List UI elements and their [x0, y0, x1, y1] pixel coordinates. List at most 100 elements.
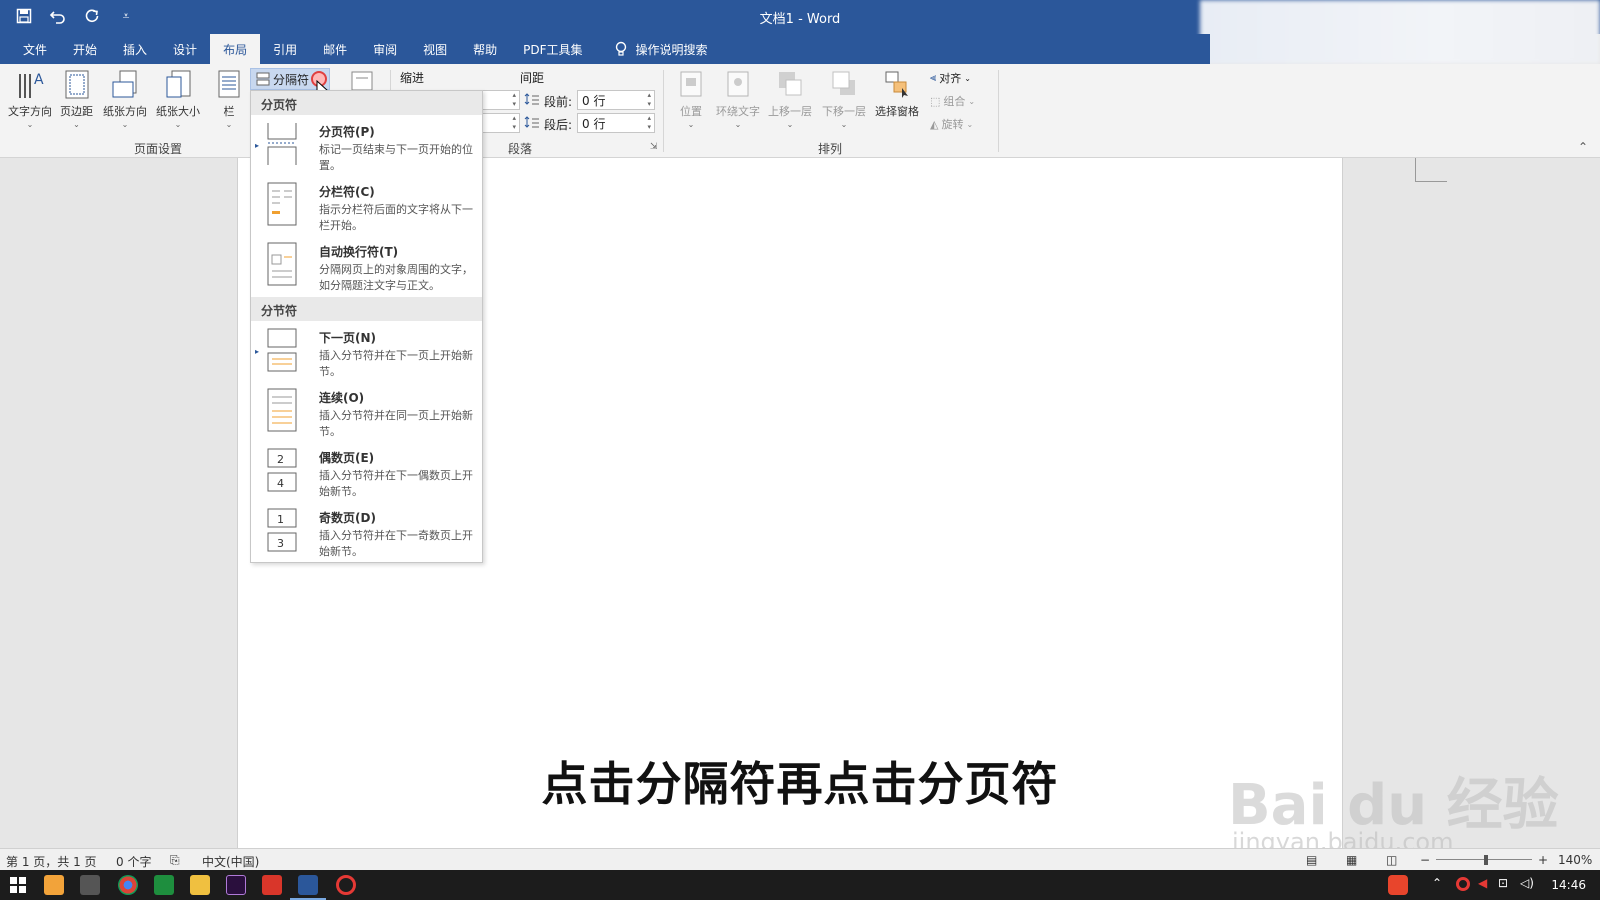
tab-help[interactable]: 帮助 — [460, 34, 510, 64]
tab-mailings[interactable]: 邮件 — [310, 34, 360, 64]
tab-insert[interactable]: 插入 — [110, 34, 160, 64]
indent-right-input[interactable]: ▴ ▾ — [482, 113, 520, 133]
zoom-slider-thumb[interactable] — [1484, 855, 1488, 865]
bring-forward-button[interactable]: 上移一层 ⌄ — [768, 68, 812, 129]
spacing-before-input[interactable]: 0 行 ▴ ▾ — [577, 90, 655, 110]
page-break-title: 分页符(P) — [319, 125, 375, 139]
rotate-icon: ◭ — [930, 117, 939, 131]
wrap-text-button[interactable]: 环绕文字 ⌄ — [716, 68, 760, 129]
page-setup-group-label: 页面设置 — [134, 142, 183, 156]
premiere-icon[interactable] — [226, 875, 246, 895]
selection-pane-label: 选择窗格 — [875, 105, 919, 118]
tab-home[interactable]: 开始 — [60, 34, 110, 64]
tab-review[interactable]: 审阅 — [360, 34, 410, 64]
media-app-icon[interactable] — [44, 875, 64, 895]
paragraph-launcher-icon[interactable]: ⇲ — [650, 142, 658, 152]
size-button[interactable]: 纸张大小 ⌄ — [156, 68, 200, 129]
breaks-label: 分隔符 — [273, 72, 310, 87]
column-break-desc: 指示分栏符后面的文字将从下一栏开始。 — [319, 203, 473, 232]
paper-size-icon — [166, 70, 191, 98]
recorder-icon[interactable] — [336, 875, 356, 895]
tray-expand-icon[interactable]: ⌃ — [1432, 876, 1442, 890]
margins-button[interactable]: 页边距 ⌄ — [60, 68, 93, 129]
column-break-item[interactable]: 分栏符(C) 指示分栏符后面的文字将从下一栏开始。 — [251, 175, 482, 235]
next-page-item[interactable]: ▸ 下一页(N) 插入分节符并在下一页上开始新节。 — [251, 321, 482, 381]
page-count[interactable]: 第 1 页，共 1 页 — [6, 853, 97, 870]
text-direction-button[interactable]: A 文字方向 ⌄ — [8, 68, 52, 129]
send-backward-button[interactable]: 下移一层 ⌄ — [822, 68, 866, 129]
tab-design[interactable]: 设计 — [160, 34, 210, 64]
odd-page-item[interactable]: 13 奇数页(D) 插入分节符并在下一奇数页上开始新节。 — [251, 501, 482, 561]
excel-icon[interactable] — [154, 875, 174, 895]
odd-page-title: 奇数页(D) — [319, 511, 376, 525]
even-page-desc: 插入分节符并在下一偶数页上开始新节。 — [319, 469, 473, 498]
tab-file[interactable]: 文件 — [10, 34, 60, 64]
text-wrapping-break-icon — [267, 242, 297, 286]
wps-icon[interactable] — [262, 875, 282, 895]
sogou-ime-icon[interactable] — [1388, 875, 1408, 895]
even-page-item[interactable]: 24 偶数页(E) 插入分节符并在下一偶数页上开始新节。 — [251, 441, 482, 501]
text-wrapping-break-title: 自动换行符(T) — [319, 245, 399, 259]
align-button[interactable]: ⫷ 对齐 ⌄ — [930, 70, 971, 86]
chrome-icon[interactable] — [118, 875, 138, 895]
network-icon[interactable]: ⊡ — [1498, 876, 1508, 890]
word-count[interactable]: 0 个字 — [116, 853, 151, 870]
rotate-button[interactable]: ◭ 旋转 ⌄ — [930, 116, 973, 132]
selection-pane-button[interactable]: 选择窗格 — [875, 68, 919, 119]
tab-view[interactable]: 视图 — [410, 34, 460, 64]
volume-icon[interactable]: ◁) — [1520, 876, 1534, 890]
clock[interactable]: 14:46 — [1551, 878, 1586, 892]
proofing-icon[interactable]: ⎘ — [170, 853, 180, 868]
orientation-button[interactable]: 纸张方向 ⌄ — [103, 68, 147, 129]
position-icon — [680, 71, 702, 97]
svg-text:3: 3 — [277, 537, 284, 550]
zoom-in-icon[interactable]: + — [1538, 853, 1548, 867]
language-indicator[interactable]: 中文(中国) — [202, 853, 259, 870]
tab-references[interactable]: 引用 — [260, 34, 310, 64]
align-label: 对齐 — [939, 72, 962, 85]
indent-left-input[interactable]: ▴ ▾ — [482, 90, 520, 110]
continuous-icon — [267, 388, 297, 432]
read-mode-icon[interactable]: ▤ — [1306, 853, 1317, 867]
file-explorer-icon[interactable] — [190, 875, 210, 895]
web-layout-icon[interactable]: ◫ — [1386, 853, 1397, 867]
svg-text:A: A — [34, 72, 44, 88]
text-direction-icon: A — [19, 72, 44, 98]
group-button[interactable]: ⬚ 组合 ⌄ — [930, 93, 975, 109]
orientation-icon — [112, 70, 137, 98]
spacing-label: 间距 — [520, 71, 545, 85]
text-wrapping-break-item[interactable]: 自动换行符(T) 分隔网页上的对象周围的文字，如分隔题注文字与正文。 — [251, 235, 482, 295]
tray-flag-icon[interactable]: ◀ — [1478, 876, 1487, 890]
position-button[interactable]: 位置 ⌄ — [676, 68, 706, 129]
arrange-group-label: 排列 — [818, 142, 843, 156]
windows-start-icon[interactable] — [8, 875, 28, 895]
tray-record-icon[interactable] — [1456, 877, 1470, 891]
word-taskbar-icon[interactable] — [290, 875, 326, 900]
zoom-level[interactable]: 140% — [1558, 853, 1592, 867]
odd-page-desc: 插入分节符并在下一奇数页上开始新节。 — [319, 529, 473, 558]
section-breaks-header: 分节符 — [251, 297, 482, 321]
video-editor-icon[interactable] — [80, 875, 100, 895]
breaks-dropdown-menu: 分页符 ▸ 分页符(P) 标记一页结束与下一页开始的位置。 分栏符(C) 指示分… — [250, 90, 483, 563]
bring-forward-label: 上移一层 — [768, 105, 812, 118]
continuous-item[interactable]: 连续(O) 插入分节符并在同一页上开始新节。 — [251, 381, 482, 441]
spacing-after-value: 0 行 — [582, 117, 606, 131]
page-break-item[interactable]: ▸ 分页符(P) 标记一页结束与下一页开始的位置。 — [251, 115, 482, 175]
text-direction-label: 文字方向 — [8, 105, 52, 118]
tab-layout[interactable]: 布局 — [210, 34, 261, 64]
orientation-label: 纸张方向 — [103, 105, 147, 118]
zoom-out-icon[interactable]: − — [1420, 853, 1430, 867]
collapse-ribbon-icon[interactable]: ⌃ — [1578, 140, 1588, 154]
tell-me-search[interactable]: 操作说明搜索 — [596, 34, 708, 64]
bring-forward-icon — [779, 72, 802, 96]
position-label: 位置 — [680, 105, 702, 118]
spacing-after-input[interactable]: 0 行 ▴ ▾ — [577, 113, 655, 133]
tab-pdf-tools[interactable]: PDF工具集 — [510, 34, 595, 64]
columns-button[interactable]: 栏 ⌄ — [214, 68, 244, 129]
print-layout-icon[interactable]: ▦ — [1346, 853, 1357, 867]
group-label: 组合 — [943, 95, 966, 108]
selection-pane-icon — [885, 71, 908, 98]
line-numbers-icon[interactable] — [350, 70, 374, 90]
spacing-before-value: 0 行 — [582, 94, 606, 108]
rotate-label: 旋转 — [941, 118, 964, 131]
